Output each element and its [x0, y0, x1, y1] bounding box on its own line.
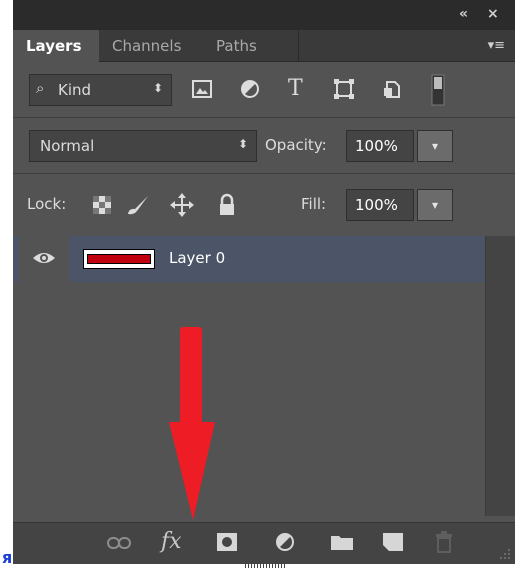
lock-position-icon[interactable]	[170, 193, 194, 217]
panel-bottom-grip[interactable]	[245, 564, 285, 568]
layer-name[interactable]: Layer 0	[169, 249, 225, 267]
blend-row: Normal ⬍ Opacity: 100% ▾	[13, 118, 515, 174]
visibility-toggle[interactable]	[19, 236, 69, 282]
fill-dropdown-button[interactable]: ▾	[417, 189, 453, 221]
panel-menu-icon[interactable]: ▾≡	[488, 38, 505, 53]
blend-mode-select[interactable]: Normal ⬍	[29, 130, 257, 162]
type-layer-filter-icon[interactable]: T	[288, 76, 310, 101]
layers-scrollbar[interactable]	[485, 236, 515, 516]
opacity-input[interactable]: 100%	[346, 130, 414, 162]
tab-layers[interactable]: Layers	[13, 30, 99, 62]
close-icon[interactable]: ×	[487, 6, 499, 22]
corner-text: я	[2, 548, 13, 567]
opacity-label: Opacity:	[265, 136, 327, 154]
panel-tabs: Layers Channels Paths ▾≡	[13, 30, 515, 62]
lock-all-icon[interactable]	[218, 193, 236, 217]
lock-label: Lock:	[27, 195, 67, 213]
smart-object-filter-icon[interactable]	[381, 78, 403, 100]
tab-paths[interactable]: Paths	[203, 30, 299, 62]
layer-row[interactable]: Layer 0	[13, 236, 485, 282]
lock-transparency-icon[interactable]	[93, 196, 111, 214]
lock-image-pixels-icon[interactable]	[126, 194, 150, 216]
filter-row: ⌕ Kind ⬍ T	[13, 62, 515, 118]
fill-label: Fill:	[301, 195, 327, 213]
opacity-dropdown-button[interactable]: ▾	[417, 130, 453, 162]
eye-icon	[33, 253, 55, 263]
blend-mode-value: Normal	[40, 137, 95, 155]
trash-icon[interactable]	[435, 531, 453, 553]
adjustment-layer-filter-icon[interactable]	[239, 78, 261, 100]
select-arrows-icon: ⬍	[152, 81, 163, 95]
layers-panel: « × Layers Channels Paths ▾≡ ⌕ Kind ⬍ T	[13, 0, 515, 564]
layer-mask-icon[interactable]	[217, 533, 237, 551]
search-icon: ⌕	[36, 79, 45, 97]
shape-layer-filter-icon[interactable]	[333, 78, 355, 100]
pixel-layer-filter-icon[interactable]	[191, 78, 213, 100]
collapse-icon[interactable]: «	[459, 6, 468, 22]
panel-titlebar: « ×	[13, 0, 515, 30]
layers-list-empty-area	[13, 282, 485, 516]
new-layer-icon[interactable]	[383, 533, 403, 551]
resize-grip-icon[interactable]	[499, 548, 511, 560]
fill-input[interactable]: 100%	[346, 189, 414, 221]
layer-thumbnail	[83, 249, 155, 269]
fx-icon[interactable]: fx	[161, 529, 182, 554]
kind-label: Kind	[58, 81, 92, 99]
link-layers-icon[interactable]	[107, 535, 131, 551]
group-folder-icon[interactable]	[331, 534, 353, 550]
kind-filter-select[interactable]: ⌕ Kind ⬍	[29, 74, 172, 106]
red-arrow-annotation	[169, 327, 215, 520]
lock-row: Lock: Fill: 100% ▾	[13, 174, 515, 236]
layer-thumbnail-fill	[87, 254, 151, 264]
panel-footer: fx	[13, 522, 515, 564]
select-arrows-icon: ⬍	[237, 137, 248, 151]
tab-channels[interactable]: Channels	[99, 30, 203, 62]
filter-toggle-icon[interactable]	[431, 74, 445, 106]
adjustment-layer-icon[interactable]	[275, 532, 297, 554]
